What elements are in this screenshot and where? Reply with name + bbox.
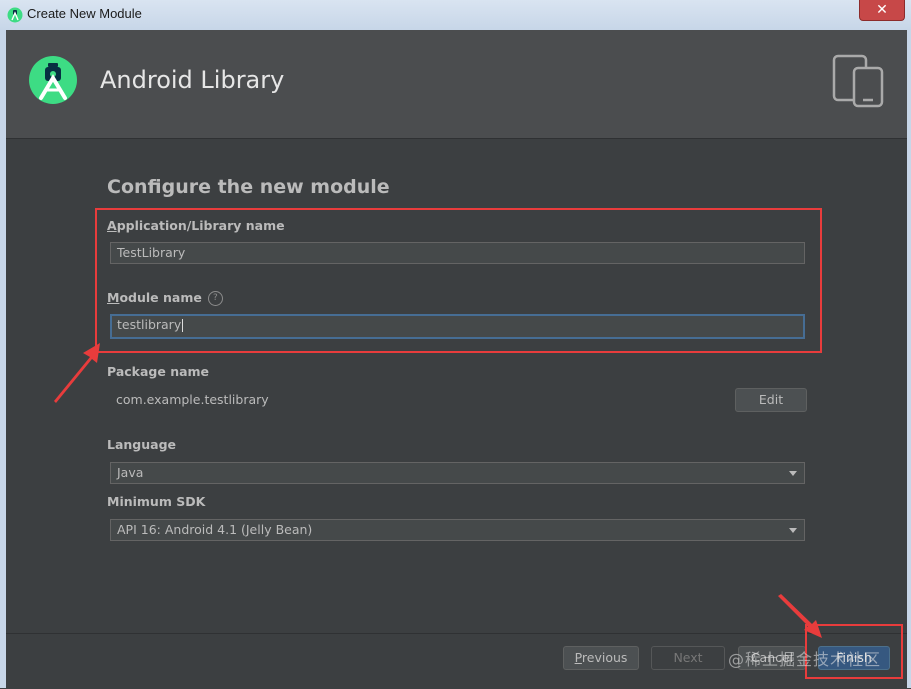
- previous-button[interactable]: Previous: [563, 646, 639, 670]
- package-name-label: Package name: [107, 364, 210, 379]
- chevron-down-icon: [789, 528, 797, 533]
- android-studio-icon: [7, 7, 23, 23]
- window-titlebar: Create New Module ✕: [0, 0, 911, 31]
- edit-package-button[interactable]: Edit: [735, 388, 807, 412]
- language-value: Java: [117, 465, 144, 480]
- wizard-header: Android Library: [6, 30, 907, 139]
- section-title: Configure the new module: [107, 176, 390, 198]
- window-title: Create New Module: [27, 6, 142, 21]
- window-frame-right: [907, 30, 911, 688]
- min-sdk-value: API 16: Android 4.1 (Jelly Bean): [117, 522, 313, 537]
- next-button[interactable]: Next: [651, 646, 725, 670]
- language-dropdown[interactable]: Java: [110, 462, 805, 484]
- annotation-arrow-left: [54, 343, 100, 403]
- watermark: @稀土掘金技术社区: [728, 650, 882, 669]
- wizard-title: Android Library: [100, 66, 285, 94]
- annotation-arrow-bottom: [778, 594, 822, 638]
- highlight-box-names: [95, 208, 822, 353]
- android-studio-icon: [29, 56, 77, 104]
- previous-mnemonic: P: [574, 650, 582, 665]
- language-label: Language: [107, 437, 177, 452]
- package-name-value: com.example.testlibrary: [116, 392, 269, 407]
- previous-label-rest: revious: [581, 650, 628, 665]
- phone-tablet-icon: [832, 54, 884, 108]
- min-sdk-label: Minimum SDK: [107, 494, 206, 509]
- close-button[interactable]: ✕: [859, 0, 905, 21]
- chevron-down-icon: [789, 471, 797, 476]
- min-sdk-dropdown[interactable]: API 16: Android 4.1 (Jelly Bean): [110, 519, 805, 541]
